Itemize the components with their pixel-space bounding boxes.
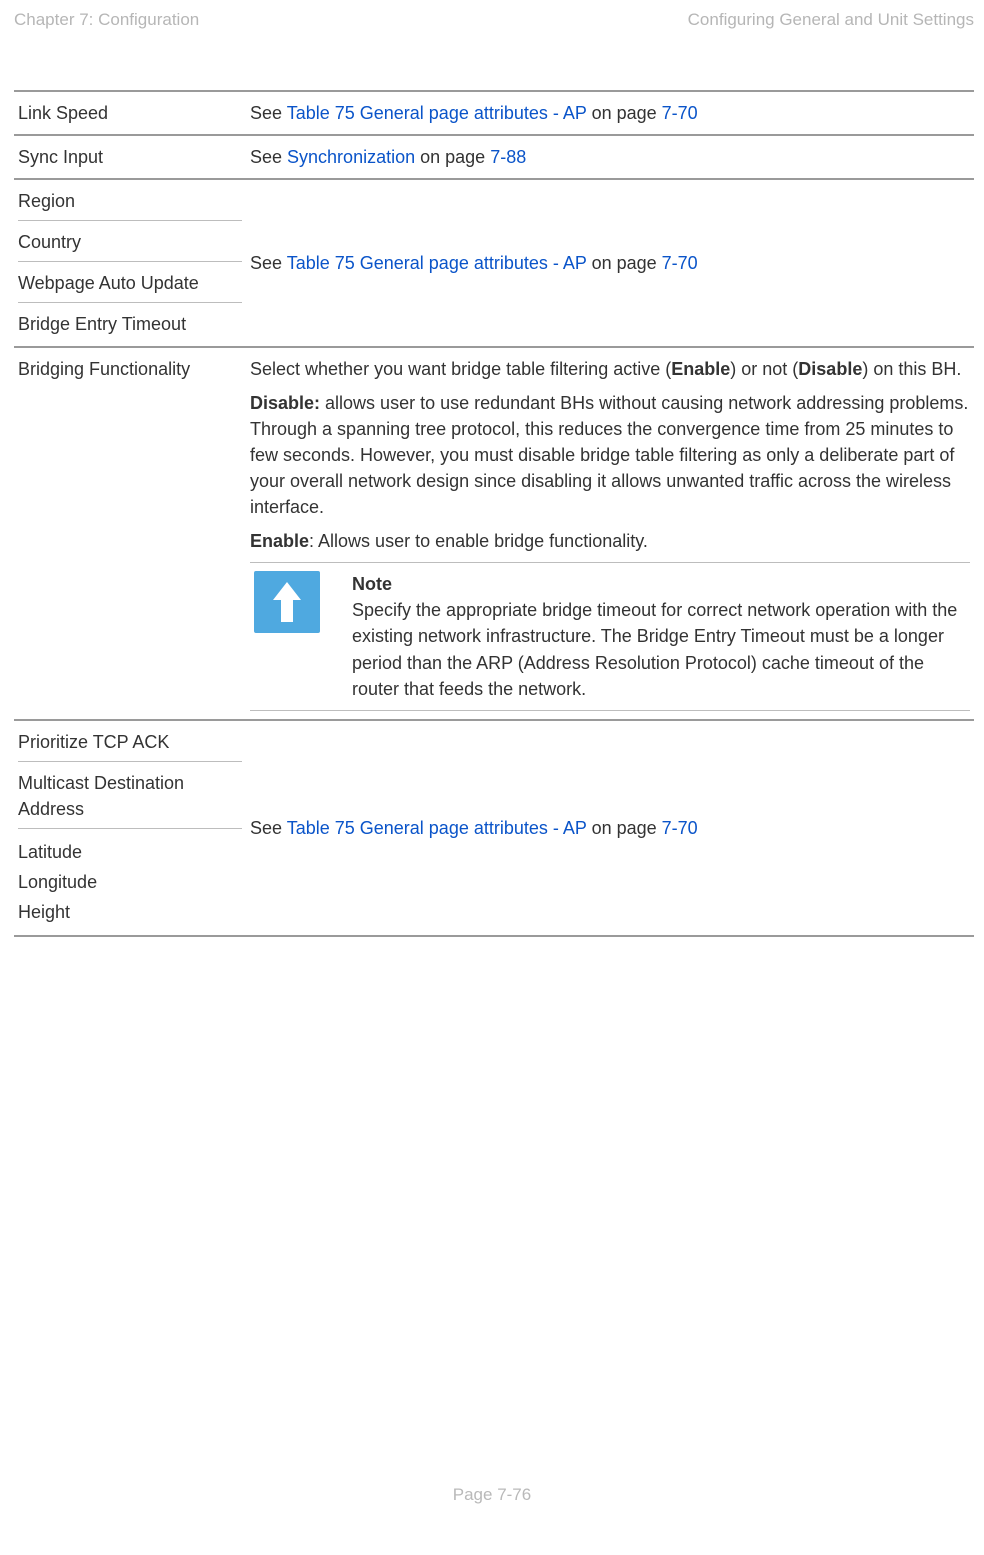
attr-bridge-entry-timeout: Bridge Entry Timeout [18, 302, 242, 337]
note-icon-cell [250, 563, 348, 710]
attr-country: Country [18, 220, 242, 255]
attr-prioritize-tcp-ack: Prioritize TCP ACK [18, 729, 242, 755]
table-75-link[interactable]: Table 75 General page attributes - AP [287, 103, 587, 123]
bridging-disable-para: Disable: allows user to use redundant BH… [250, 390, 970, 520]
see-text: See [250, 103, 287, 123]
page-header: Chapter 7: Configuration Configuring Gen… [14, 10, 974, 30]
attr-longitude: Longitude [18, 867, 242, 897]
header-section: Configuring General and Unit Settings [688, 10, 974, 30]
table-75-link[interactable]: Table 75 General page attributes - AP [287, 818, 587, 838]
disable-word: Disable [798, 359, 862, 379]
enable-text: : Allows user to enable bridge functiona… [309, 531, 648, 551]
note-block: Note Specify the appropriate bridge time… [250, 562, 970, 710]
page-7-88-link[interactable]: 7-88 [490, 147, 526, 167]
note-content: Note Specify the appropriate bridge time… [348, 563, 970, 710]
attr-height: Height [18, 897, 242, 927]
arrow-up-icon [270, 580, 304, 624]
on-page-text: on page [587, 818, 662, 838]
attr-link-speed-desc: See Table 75 General page attributes - A… [246, 91, 974, 135]
attr-sync-input-desc: See Synchronization on page 7-88 [246, 135, 974, 179]
attr-sync-input: Sync Input [14, 135, 246, 179]
page-7-70-link[interactable]: 7-70 [662, 818, 698, 838]
attr-group-2-desc: See Table 75 General page attributes - A… [246, 720, 974, 937]
attributes-table: Link Speed See Table 75 General page att… [14, 90, 974, 937]
disable-text: allows user to use redundant BHs without… [250, 393, 968, 517]
table-75-link[interactable]: Table 75 General page attributes - AP [287, 253, 587, 273]
attr-region: Region [18, 188, 242, 214]
page-footer: Page 7-76 [0, 1485, 984, 1505]
attr-lat-lon-height: Latitude Longitude Height [18, 828, 242, 927]
attr-latitude: Latitude [18, 837, 242, 867]
page-7-70-link[interactable]: 7-70 [662, 103, 698, 123]
bridging-enable-para: Enable: Allows user to enable bridge fun… [250, 528, 970, 554]
attr-group-2: Prioritize TCP ACK Multicast Destination… [14, 720, 246, 937]
see-text: See [250, 818, 287, 838]
note-body: Specify the appropriate bridge timeout f… [352, 597, 966, 701]
attr-webpage-auto-update: Webpage Auto Update [18, 261, 242, 296]
synchronization-link[interactable]: Synchronization [287, 147, 415, 167]
see-text: See [250, 147, 287, 167]
note-title: Note [352, 571, 966, 597]
bridging-intro: Select whether you want bridge table fil… [250, 356, 970, 382]
attr-group-1: Region Country Webpage Auto Update Bridg… [14, 179, 246, 346]
on-page-text: on page [587, 103, 662, 123]
attr-group-1-desc: See Table 75 General page attributes - A… [246, 179, 974, 346]
on-page-text: on page [415, 147, 490, 167]
enable-label: Enable [250, 531, 309, 551]
attr-bridging-functionality: Bridging Functionality [14, 347, 246, 720]
attr-link-speed: Link Speed [14, 91, 246, 135]
attr-bridging-desc: Select whether you want bridge table fil… [246, 347, 974, 720]
header-chapter: Chapter 7: Configuration [14, 10, 199, 30]
on-page-text: on page [587, 253, 662, 273]
note-icon [254, 571, 320, 633]
enable-word: Enable [671, 359, 730, 379]
page-7-70-link[interactable]: 7-70 [662, 253, 698, 273]
attr-multicast-dest-addr: Multicast Destination Address [18, 761, 242, 822]
see-text: See [250, 253, 287, 273]
disable-label: Disable: [250, 393, 320, 413]
